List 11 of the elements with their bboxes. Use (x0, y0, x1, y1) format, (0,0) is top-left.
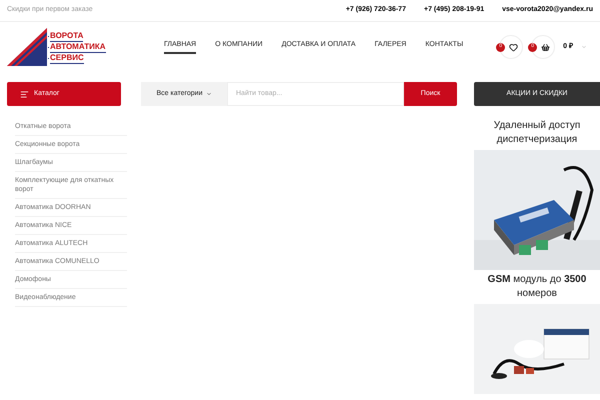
logo-text: ВОРОТА (50, 30, 84, 42)
menu-icon (20, 90, 29, 98)
caret-icon (581, 44, 587, 50)
cart-icon (540, 42, 550, 52)
caret-icon (206, 91, 212, 97)
logo-text: АВТОМАТИКА (50, 42, 106, 52)
logo-icon (7, 28, 47, 66)
logo-text: СЕРВИС (50, 52, 84, 64)
heart-icon (508, 42, 518, 52)
promo-title[interactable]: GSM модуль до 3500 номеров (474, 270, 600, 304)
promo-title[interactable]: Удаленный доступ диспетчеризация (474, 116, 600, 150)
